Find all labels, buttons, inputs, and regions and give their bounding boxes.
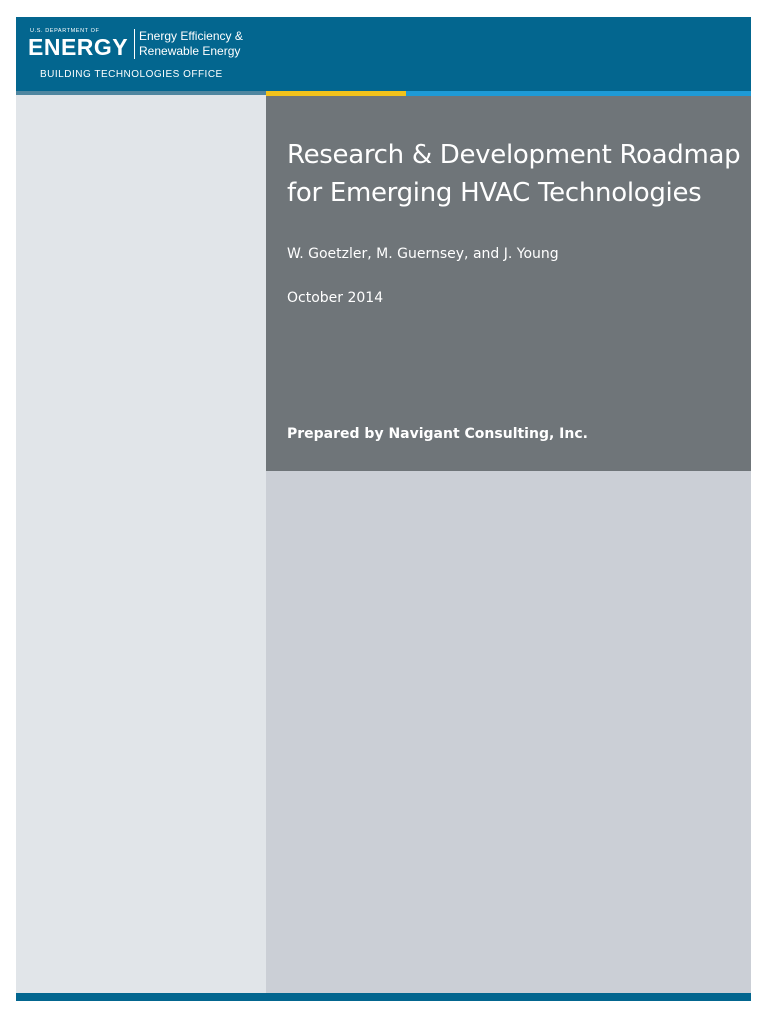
prepared-by: Prepared by Navigant Consulting, Inc. [287,426,588,442]
report-authors: W. Goetzler, M. Guernsey, and J. Young [287,246,559,262]
report-date: October 2014 [287,290,384,306]
logo-energy-wordmark: ENERGY [28,34,129,60]
report-cover-page: U.S. DEPARTMENT OF ENERGY Energy Efficie… [16,17,751,1001]
footer-bar [16,993,751,1001]
logo-program-name: BUILDING TECHNOLOGIES OFFICE [40,69,223,80]
logo-office-line2: Renewable Energy [139,44,241,58]
logo-divider [134,29,135,59]
header-band: U.S. DEPARTMENT OF ENERGY Energy Efficie… [16,17,751,91]
doe-eere-logo: U.S. DEPARTMENT OF ENERGY Energy Efficie… [28,28,268,84]
report-title: Research & Development Roadmap for Emerg… [287,140,741,208]
logo-office-line1: Energy Efficiency & [139,29,243,43]
left-column-panel [16,95,266,993]
lower-right-panel [266,471,751,993]
title-panel: Research & Development Roadmap for Emerg… [266,96,751,471]
